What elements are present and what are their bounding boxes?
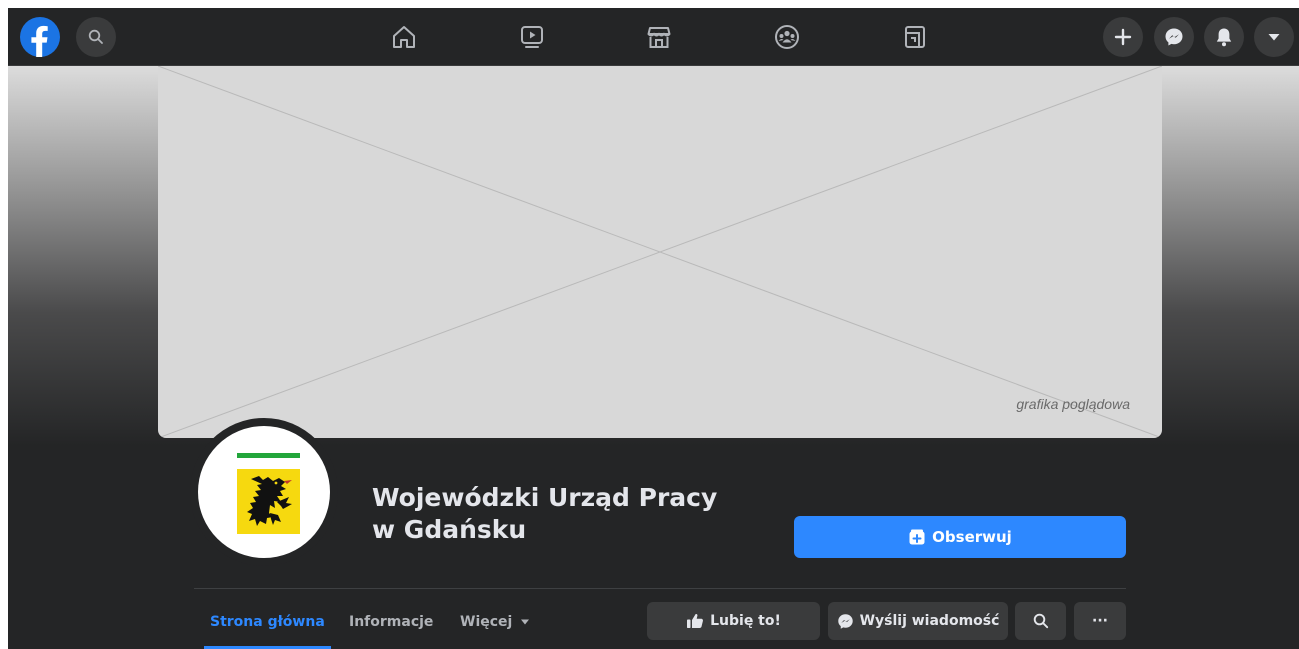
bell-icon xyxy=(1216,28,1232,47)
gaming-icon xyxy=(905,26,925,48)
page-title: Wojewódzki Urząd Pracy w Gdańsku xyxy=(372,482,792,546)
tab-more[interactable]: Więcej xyxy=(460,602,530,642)
follow-button[interactable]: Obserwuj xyxy=(794,516,1126,558)
nav-home[interactable] xyxy=(388,21,420,53)
caret-down-icon xyxy=(521,619,530,625)
thumbs-up-icon xyxy=(687,613,704,628)
search-icon xyxy=(88,29,103,44)
profile-divider xyxy=(194,588,1126,589)
cover-photo: grafika poglądowa xyxy=(158,66,1162,438)
messenger-icon xyxy=(837,613,853,629)
more-options-label: ··· xyxy=(1092,613,1108,629)
groups-icon xyxy=(775,25,799,49)
follow-label: Obserwuj xyxy=(932,528,1012,546)
tab-more-label: Więcej xyxy=(460,614,513,630)
tab-home[interactable]: Strona główna xyxy=(204,602,331,649)
cover-caption: grafika poglądowa xyxy=(1016,396,1130,412)
account-menu-button[interactable] xyxy=(1254,17,1294,57)
facebook-page-frame: grafika poglądowa Wojewódzki Urząd Pracy… xyxy=(8,8,1299,649)
top-navigation-bar xyxy=(8,8,1299,66)
messenger-button[interactable] xyxy=(1154,17,1194,57)
griffin-crest-icon xyxy=(237,469,300,534)
more-options-button[interactable]: ··· xyxy=(1074,602,1126,640)
create-button[interactable] xyxy=(1103,17,1143,57)
nav-gaming[interactable] xyxy=(899,21,931,53)
caret-down-icon xyxy=(1268,34,1280,41)
like-button[interactable]: Lubię to! xyxy=(647,602,820,640)
send-message-label: Wyślij wiadomość xyxy=(859,613,1000,629)
nav-marketplace[interactable] xyxy=(643,21,675,53)
facebook-logo-icon[interactable] xyxy=(20,17,60,57)
send-message-button[interactable]: Wyślij wiadomość xyxy=(828,602,1008,640)
messenger-icon xyxy=(1165,28,1183,46)
tab-home-label: Strona główna xyxy=(210,614,325,630)
search-button[interactable] xyxy=(76,17,116,57)
search-icon xyxy=(1033,613,1048,629)
page-title-line-1: Wojewódzki Urząd Pracy xyxy=(372,483,718,512)
nav-watch[interactable] xyxy=(516,21,548,53)
home-icon xyxy=(393,26,415,48)
tab-info[interactable]: Informacje xyxy=(349,602,433,642)
placeholder-cross-icon xyxy=(158,66,1162,438)
nav-groups[interactable] xyxy=(771,21,803,53)
crest-green-bar xyxy=(237,453,300,458)
page-search-button[interactable] xyxy=(1015,602,1066,640)
tab-info-label: Informacje xyxy=(349,614,434,630)
page-title-line-2: w Gdańsku xyxy=(372,515,527,544)
like-label: Lubię to! xyxy=(710,613,781,629)
marketplace-icon xyxy=(647,27,671,48)
watch-icon xyxy=(521,26,543,48)
plus-icon xyxy=(1114,28,1132,46)
follow-icon xyxy=(909,529,925,545)
notifications-button[interactable] xyxy=(1204,17,1244,57)
